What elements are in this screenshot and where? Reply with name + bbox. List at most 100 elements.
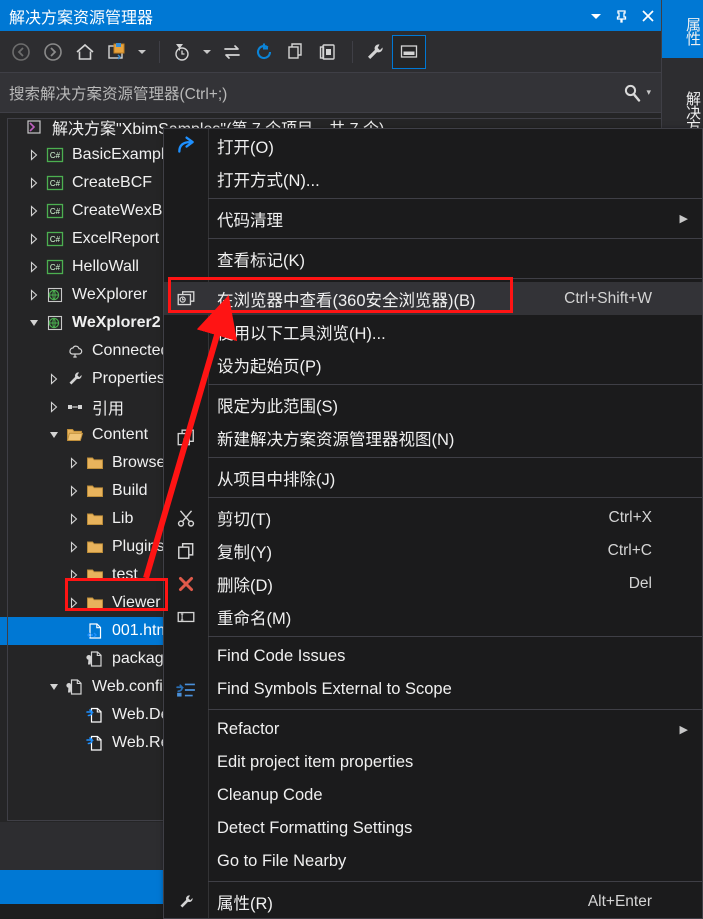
menu-item[interactable]: 在浏览器中查看(360安全浏览器)(B) Ctrl+Shift+W: [164, 282, 702, 315]
tree-expander-icon[interactable]: [66, 595, 82, 611]
tree-expander-icon[interactable]: [66, 707, 82, 723]
menu-item[interactable]: 代码清理 ▶: [164, 202, 702, 235]
tree-expander-icon[interactable]: [66, 511, 82, 527]
tree-expander-icon[interactable]: [66, 483, 82, 499]
svg-text:C#: C#: [50, 235, 61, 244]
tree-expander-icon[interactable]: [26, 147, 42, 163]
connected-services-icon: [64, 341, 86, 361]
menu-item[interactable]: 删除(D) Del: [164, 567, 702, 600]
tree-item-label: WeXplorer: [72, 286, 148, 303]
menu-item-label: Find Symbols External to Scope: [217, 680, 452, 698]
menu-item-label: 重命名(M): [217, 609, 292, 628]
forward-icon[interactable]: [38, 37, 68, 67]
folder-icon: [84, 565, 106, 585]
collapse-all-icon[interactable]: [281, 37, 311, 67]
menu-item[interactable]: Edit project item properties: [164, 746, 702, 779]
pin-icon[interactable]: [609, 1, 635, 31]
menu-item-shortcut: Ctrl+X: [608, 508, 653, 526]
tree-expander-icon[interactable]: [66, 623, 82, 639]
folder-icon: [84, 593, 106, 613]
menu-item[interactable]: 打开(O): [164, 129, 702, 162]
page-title: 解决方案资源管理器: [9, 9, 154, 27]
tree-expander-icon[interactable]: [66, 651, 82, 667]
preview-selected-items-icon[interactable]: [392, 34, 426, 69]
html-file-icon: [84, 621, 106, 641]
tree-expander-icon[interactable]: [46, 399, 62, 415]
rename-icon: [164, 607, 208, 627]
menu-item-label: 在浏览器中查看(360安全浏览器)(B): [217, 291, 476, 310]
menu-item[interactable]: 剪切(T) Ctrl+X: [164, 501, 702, 534]
tree-expander-icon[interactable]: [26, 231, 42, 247]
toggle-switch-icon[interactable]: [217, 37, 247, 67]
tree-expander-icon[interactable]: [26, 259, 42, 275]
toolbar-separator-1: [159, 40, 160, 63]
refresh-icon[interactable]: [249, 37, 279, 67]
properties-wrench-icon[interactable]: [360, 37, 390, 67]
menu-item[interactable]: Refactor ▶: [164, 713, 702, 746]
tree-expander-icon[interactable]: [66, 455, 82, 471]
tree-expander-icon[interactable]: [26, 175, 42, 191]
menu-separator: [208, 198, 702, 199]
properties-wrench-icon: [164, 893, 208, 911]
menu-item[interactable]: 重命名(M): [164, 600, 702, 633]
menu-separator: [208, 709, 702, 710]
tree-expander-icon[interactable]: [46, 679, 62, 695]
menu-item[interactable]: 查看标记(K): [164, 242, 702, 275]
home-icon[interactable]: [70, 37, 100, 67]
close-icon[interactable]: [635, 1, 661, 31]
pending-changes-icon[interactable]: [167, 37, 197, 67]
pending-changes-caret-icon[interactable]: [199, 37, 215, 67]
menu-item[interactable]: 设为起始页(P): [164, 348, 702, 381]
tree-expander-icon[interactable]: [26, 203, 42, 219]
menu-item-shortcut: Ctrl+Shift+W: [564, 289, 652, 307]
menu-separator: [208, 881, 702, 882]
menu-item[interactable]: 复制(Y) Ctrl+C: [164, 534, 702, 567]
menu-item[interactable]: Cleanup Code: [164, 779, 702, 812]
properties-vertical-tab[interactable]: 属性: [662, 0, 703, 58]
csharp-project-icon: C#: [44, 145, 66, 165]
tree-expander-icon[interactable]: [66, 735, 82, 751]
chevron-down-icon[interactable]: [583, 1, 609, 31]
menu-separator: [208, 497, 702, 498]
menu-item-label: 打开方式(N)...: [217, 171, 320, 190]
back-icon[interactable]: [6, 37, 36, 67]
sync-with-active-document-icon[interactable]: [102, 37, 132, 67]
menu-item-label: Refactor: [217, 720, 280, 738]
tree-item-label: HelloWall: [72, 258, 139, 275]
menu-item[interactable]: 从项目中排除(J): [164, 461, 702, 494]
menu-item-shortcut: Alt+Enter: [587, 892, 652, 910]
tree-expander-icon[interactable]: [46, 427, 62, 443]
menu-item[interactable]: 新建解决方案资源管理器视图(N): [164, 421, 702, 454]
tree-expander-icon[interactable]: [26, 315, 42, 331]
menu-item[interactable]: Detect Formatting Settings: [164, 812, 702, 845]
context-menu[interactable]: 打开(O) 打开方式(N)... 代码清理 ▶ 查看标记(K) 在浏览器中查看(360安全…: [163, 128, 703, 919]
config-file-icon: [64, 677, 86, 697]
web-project-icon: [44, 313, 66, 333]
show-all-files-icon[interactable]: [313, 37, 343, 67]
tree-expander-icon[interactable]: [46, 371, 62, 387]
menu-item[interactable]: 使用以下工具浏览(H)...: [164, 315, 702, 348]
search-dropdown-caret-icon[interactable]: ▾: [646, 87, 661, 98]
menu-item[interactable]: 限定为此范围(S): [164, 388, 702, 421]
search-input[interactable]: 搜索解决方案资源管理器(Ctrl+;) ▾: [0, 73, 661, 113]
tree-item-label: 引用: [92, 401, 125, 418]
menu-item[interactable]: Find Code Issues: [164, 640, 702, 673]
copy-icon: [164, 541, 208, 561]
tree-expander-icon[interactable]: [46, 343, 62, 359]
tree-item-label: WeXplorer2: [72, 314, 161, 331]
sync-dropdown-caret-icon[interactable]: [134, 37, 150, 67]
menu-item-label: 新建解决方案资源管理器视图(N): [217, 430, 455, 449]
menu-item-label: 复制(Y): [217, 543, 272, 562]
menu-item-label: Find Code Issues: [217, 647, 346, 665]
menu-item[interactable]: 打开方式(N)...: [164, 162, 702, 195]
tree-expander-icon[interactable]: [66, 567, 82, 583]
menu-item[interactable]: 属性(R) Alt+Enter: [164, 885, 702, 918]
tree-expander-icon[interactable]: [66, 539, 82, 555]
tree-expander-icon[interactable]: [6, 119, 22, 135]
search-icon[interactable]: [622, 83, 646, 103]
tree-expander-icon[interactable]: [26, 287, 42, 303]
menu-item-label: Edit project item properties: [217, 753, 414, 771]
menu-item[interactable]: Find Symbols External to Scope: [164, 673, 702, 706]
menu-item[interactable]: Go to File Nearby: [164, 845, 702, 878]
submenu-arrow-icon: ▶: [679, 213, 688, 225]
